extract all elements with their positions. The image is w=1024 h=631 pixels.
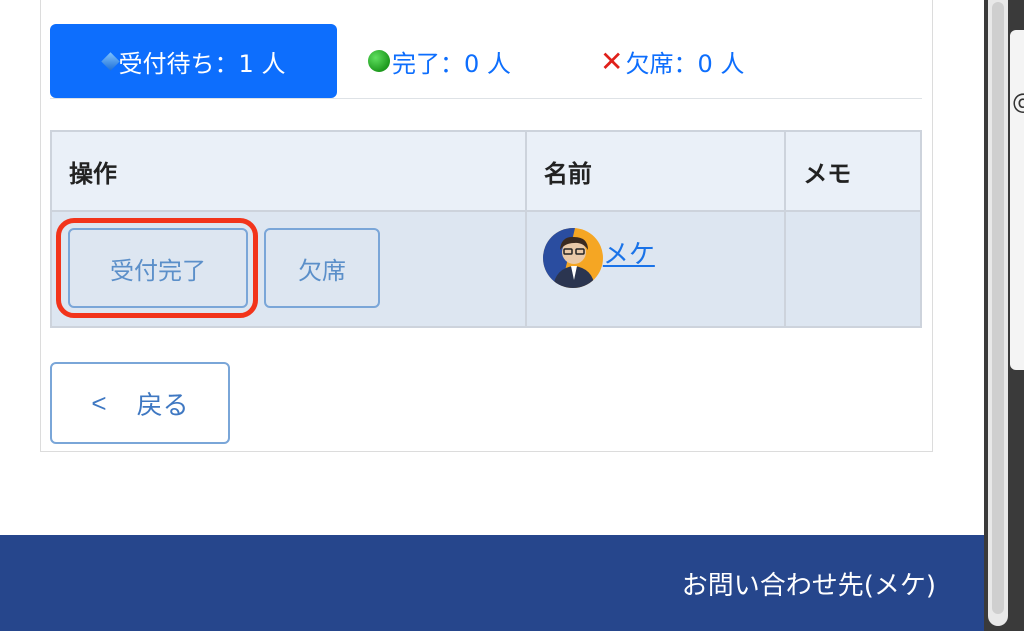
back-arrow-icon: < [91, 387, 107, 418]
page: 受付待ち：1 人 完了：0 人 ✕ 欠席：0 人 操作 名前 メモ 受付完了 欠… [0, 0, 984, 631]
tab-waiting[interactable]: 受付待ち：1 人 [50, 24, 337, 98]
header-operation: 操作 [50, 130, 527, 212]
footer: お問い合わせ先(メケ) [0, 535, 984, 631]
green-circle-icon [368, 50, 390, 72]
blue-diamond-icon [100, 51, 120, 71]
avatar [542, 228, 603, 288]
header-memo: メモ [784, 130, 922, 212]
roster-table: 操作 名前 メモ 受付完了 欠席 メケ [50, 130, 922, 328]
tab-completed[interactable]: 完了：0 人 [368, 24, 511, 98]
status-tabs: 受付待ち：1 人 完了：0 人 ✕ 欠席：0 人 [50, 24, 922, 99]
peek-text: @ [1012, 90, 1024, 115]
back-button[interactable]: < 戻る [50, 362, 230, 444]
header-name: 名前 [524, 130, 787, 212]
red-cross-icon: ✕ [600, 44, 624, 78]
complete-reception-button[interactable]: 受付完了 [68, 228, 248, 308]
operation-cell: 受付完了 欠席 [50, 210, 527, 328]
scrollbar-thumb[interactable] [992, 2, 1004, 614]
memo-cell [784, 210, 922, 328]
absent-button[interactable]: 欠席 [264, 228, 380, 308]
name-cell: メケ [524, 210, 787, 328]
tab-completed-label: 完了：0 人 [392, 49, 511, 78]
back-button-label: 戻る [136, 389, 189, 420]
table-row: 受付完了 欠席 メケ [50, 210, 922, 328]
tab-absent[interactable]: ✕ 欠席：0 人 [600, 24, 744, 98]
table-header-row: 操作 名前 メモ [50, 130, 922, 212]
participant-name-link[interactable]: メケ [603, 234, 655, 271]
tab-absent-label: 欠席：0 人 [625, 49, 745, 78]
side-panel-peek: @ [1010, 30, 1024, 370]
contact-link[interactable]: お問い合わせ先(メケ) [682, 565, 936, 602]
tab-waiting-label: 受付待ち：1 人 [118, 49, 286, 78]
